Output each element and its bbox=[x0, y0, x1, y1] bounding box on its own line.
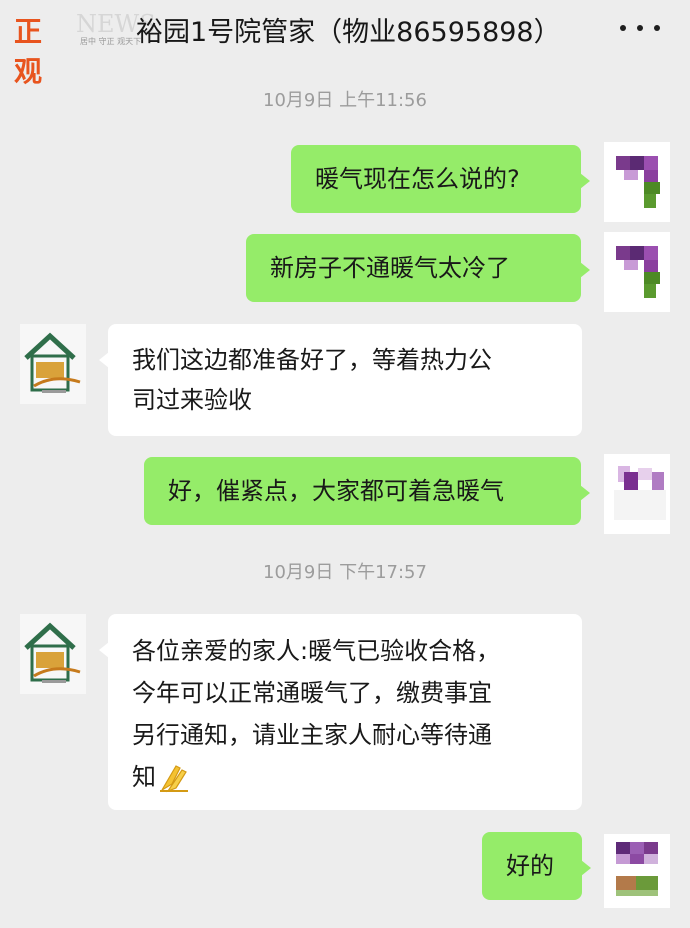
message-bubble-outgoing[interactable]: 好的 bbox=[482, 832, 591, 900]
message-text: 暖气现在怎么说的? bbox=[315, 165, 520, 193]
user-avatar[interactable] bbox=[604, 232, 670, 312]
pixelated-avatar-icon bbox=[604, 142, 670, 222]
message-text-line: 各位亲爱的家人:暖气已验收合格， bbox=[132, 637, 501, 665]
message-text-line: 今年可以正常通暖气了，缴费事宜 bbox=[132, 679, 492, 707]
message-bubble-outgoing[interactable]: 暖气现在怎么说的? bbox=[291, 145, 590, 213]
message-timestamp: 10月9日 下午17:57 bbox=[263, 562, 427, 583]
manager-avatar[interactable] bbox=[20, 324, 86, 404]
more-dots-icon-dot bbox=[637, 25, 643, 31]
message-text: 新房子不通暖气太冷了 bbox=[270, 254, 510, 282]
message-text-line: 知 bbox=[132, 763, 156, 791]
user-avatar[interactable] bbox=[604, 142, 670, 222]
user-avatar[interactable] bbox=[604, 454, 670, 534]
manager-avatar[interactable] bbox=[20, 614, 86, 694]
pray-hands-emoji bbox=[160, 765, 188, 793]
watermark-brand-cn: 正观 bbox=[14, 15, 42, 88]
message-text-line: 司过来验收 bbox=[132, 386, 252, 414]
message-timestamp: 10月9日 上午11:56 bbox=[263, 90, 427, 111]
message-text: 好，催紧点，大家都可着急暖气 bbox=[168, 477, 504, 505]
message-bubble-incoming[interactable]: 各位亲爱的家人:暖气已验收合格， 今年可以正常通暖气了，缴费事宜 另行通知，请业… bbox=[99, 614, 582, 810]
message-bubble-incoming[interactable]: 我们这边都准备好了，等着热力公 司过来验收 bbox=[99, 324, 582, 436]
message-text: 好的 bbox=[506, 852, 554, 880]
pixelated-avatar-icon bbox=[604, 454, 670, 534]
chat-header: 正观 NEWS 居中 守正 观天下 裕园1号院管家（物业86595898） bbox=[0, 0, 690, 88]
message-text-line-with-emoji: 知 bbox=[132, 756, 558, 798]
more-options-button[interactable] bbox=[620, 14, 660, 42]
message-bubble-outgoing[interactable]: 好，催紧点，大家都可着急暖气 bbox=[144, 457, 590, 525]
pixelated-avatar-icon bbox=[604, 834, 670, 908]
more-dots-icon-dot bbox=[654, 25, 660, 31]
house-logo-icon bbox=[20, 324, 86, 404]
user-avatar[interactable] bbox=[604, 834, 670, 908]
pixelated-avatar-icon bbox=[604, 232, 670, 312]
more-dots-icon bbox=[620, 25, 626, 31]
house-logo-icon bbox=[20, 614, 86, 694]
chat-screen: 正观 NEWS 居中 守正 观天下 裕园1号院管家（物业86595898） 10… bbox=[0, 0, 690, 928]
message-bubble-outgoing[interactable]: 新房子不通暖气太冷了 bbox=[246, 234, 590, 302]
message-text-line: 另行通知，请业主家人耐心等待通 bbox=[132, 721, 492, 749]
watermark-slogan: 居中 守正 观天下 bbox=[80, 37, 142, 46]
chat-title: 裕园1号院管家（物业86595898） bbox=[136, 17, 561, 48]
message-text-line: 我们这边都准备好了，等着热力公 bbox=[132, 346, 492, 374]
